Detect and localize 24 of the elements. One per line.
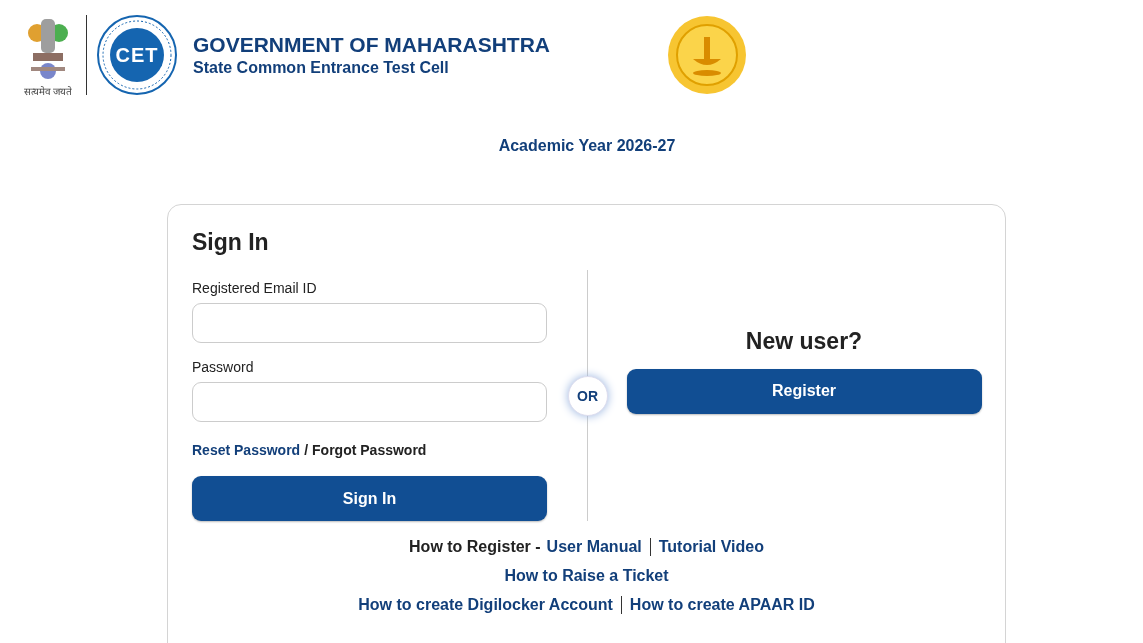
help-link[interactable]: How to create APAAR ID	[629, 596, 815, 614]
field-label: Registered Email ID	[192, 280, 318, 296]
new-user-heading: New user?	[745, 327, 863, 355]
help-link[interactable]: How to Raise a Ticket	[504, 567, 669, 585]
forgot-password-link[interactable]: Forgot Password	[312, 442, 427, 458]
help-link[interactable]: How to create Digilocker Account	[358, 596, 613, 614]
or-badge: OR	[567, 375, 608, 416]
sign-in-button[interactable]: Sign In	[192, 476, 547, 521]
sign-in-heading: Sign In	[192, 229, 270, 256]
cet-logo: CET	[97, 15, 177, 95]
help-link[interactable]: Tutorial Video	[658, 538, 764, 556]
page-subtitle: State Common Entrance Test Cell	[193, 59, 450, 77]
register-button[interactable]: Register	[626, 368, 982, 414]
academic-year: Academic Year 2026-27	[497, 137, 677, 155]
email-field[interactable]	[192, 303, 547, 343]
help-link[interactable]: User Manual	[546, 538, 642, 556]
reset-password-link[interactable]: Reset Password	[192, 442, 301, 458]
page-title: GOVERNMENT OF MAHARASHTRA	[193, 33, 551, 57]
password-field[interactable]	[192, 382, 547, 422]
field-label: Password	[192, 359, 255, 375]
help-label: How to Register -	[409, 538, 541, 556]
emblem-motto: सत्यमेव जयते	[23, 84, 73, 98]
seal-icon	[667, 15, 747, 95]
link-separator: /	[304, 442, 309, 458]
